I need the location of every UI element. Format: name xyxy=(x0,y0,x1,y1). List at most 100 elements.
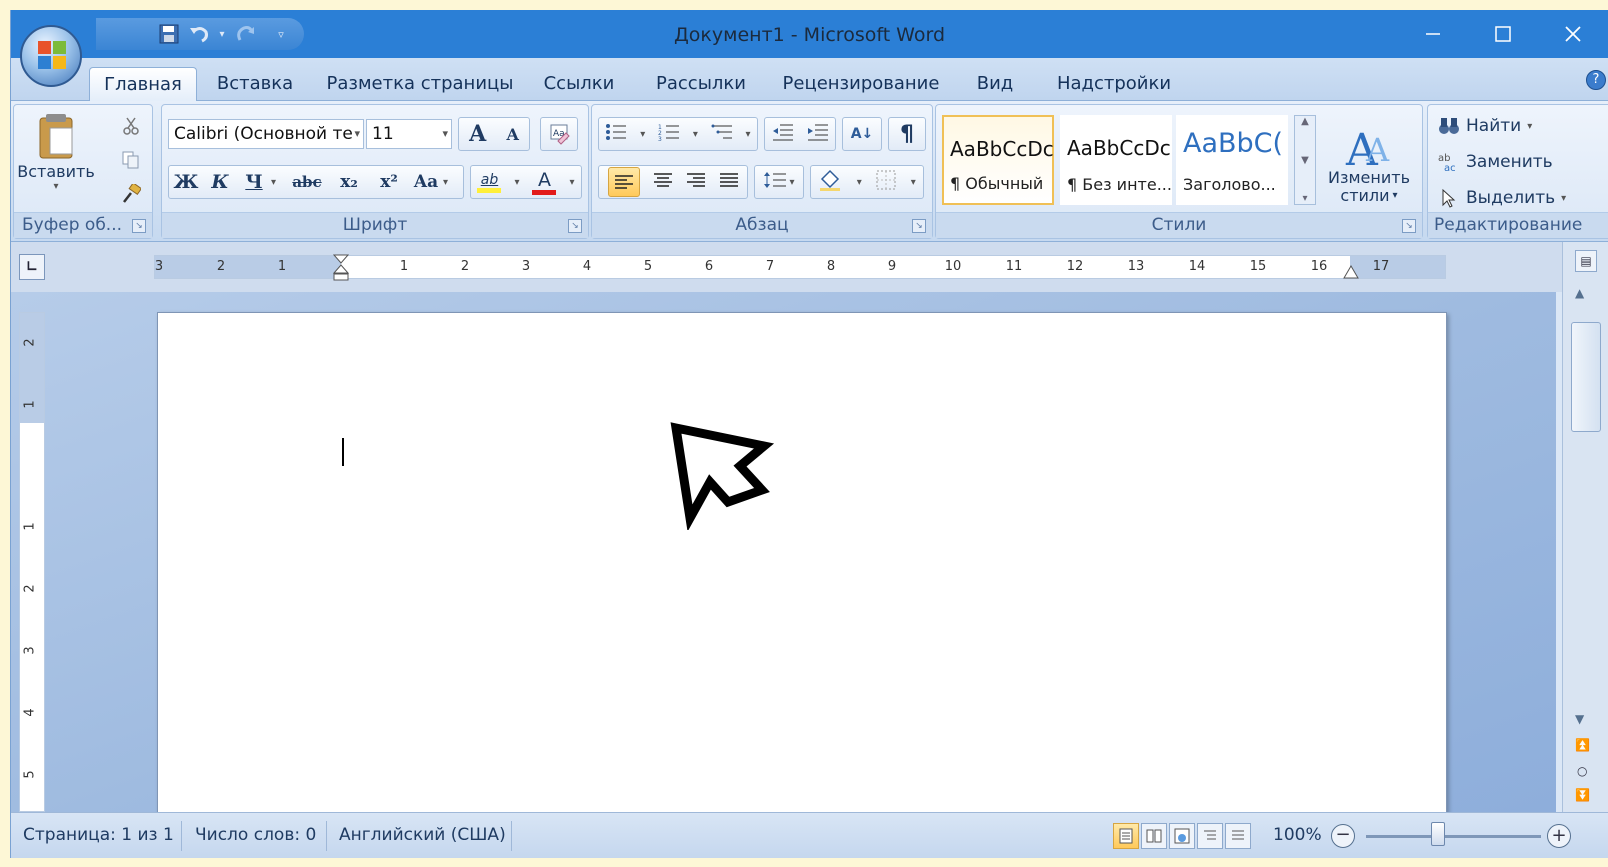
font-name-dropdown-icon[interactable]: ▾ xyxy=(352,120,360,148)
borders-dropdown-icon[interactable]: ▾ xyxy=(911,177,916,188)
cut-icon[interactable] xyxy=(118,113,144,139)
zoom-in-button[interactable]: + xyxy=(1547,824,1571,848)
browse-object-icon[interactable]: ○ xyxy=(1577,764,1587,778)
zoom-slider-thumb[interactable] xyxy=(1431,822,1445,846)
full-screen-reading-view-icon[interactable] xyxy=(1141,823,1167,849)
align-center-icon[interactable] xyxy=(653,172,673,192)
office-button[interactable] xyxy=(20,25,82,87)
line-spacing-dropdown-icon[interactable]: ▾ xyxy=(789,177,794,188)
indent-marker-icon[interactable] xyxy=(333,254,349,282)
bullets-dropdown-icon[interactable]: ▾ xyxy=(640,129,645,140)
tab-addins[interactable]: Надстройки xyxy=(1049,67,1179,101)
shrink-font-button[interactable]: A xyxy=(506,125,518,144)
scroll-down-icon[interactable]: ▼ xyxy=(1575,712,1584,726)
italic-button[interactable]: К xyxy=(203,171,237,193)
previous-page-icon[interactable]: ⏫ xyxy=(1575,738,1590,752)
shading-icon[interactable] xyxy=(818,169,842,195)
status-words[interactable]: Число слов: 0 xyxy=(195,813,316,858)
paste-button[interactable]: Вставить ▾ xyxy=(17,111,95,211)
help-icon[interactable]: ? xyxy=(1586,70,1606,90)
tab-review[interactable]: Рецензирование xyxy=(776,67,946,101)
customize-qat-icon[interactable]: ▿ xyxy=(272,21,290,47)
tab-home[interactable]: Главная xyxy=(89,67,197,101)
font-color-button[interactable]: A xyxy=(532,170,557,195)
styles-scroll-up-icon[interactable]: ▲ xyxy=(1301,116,1309,127)
status-page[interactable]: Страница: 1 из 1 xyxy=(23,813,174,858)
next-page-icon[interactable]: ⏬ xyxy=(1575,788,1590,802)
font-launcher-icon[interactable]: ↘ xyxy=(568,219,582,233)
font-size-dropdown-icon[interactable]: ▾ xyxy=(442,120,448,148)
change-styles-button[interactable]: AA Изменить стили ▾ xyxy=(1320,111,1418,215)
right-indent-marker-icon[interactable] xyxy=(1343,262,1359,280)
numbering-dropdown-icon[interactable]: ▾ xyxy=(693,129,698,140)
save-icon[interactable] xyxy=(156,21,182,47)
view-ruler-icon[interactable]: ▤ xyxy=(1575,250,1597,272)
bold-button[interactable]: Ж xyxy=(169,171,203,193)
outline-view-icon[interactable] xyxy=(1197,823,1223,849)
show-marks-button[interactable]: ¶ xyxy=(888,117,926,151)
align-right-icon[interactable] xyxy=(686,172,706,192)
draft-view-icon[interactable] xyxy=(1225,823,1251,849)
font-name-field[interactable]: Calibri (Основной те ▾ xyxy=(168,119,364,149)
borders-icon[interactable] xyxy=(876,170,896,194)
change-case-button[interactable]: Aa xyxy=(409,172,443,192)
format-painter-icon[interactable] xyxy=(118,181,144,207)
strikethrough-button[interactable]: abc xyxy=(285,173,329,191)
redo-icon[interactable] xyxy=(232,21,258,47)
document-page[interactable] xyxy=(157,312,1447,832)
change-case-dropdown-icon[interactable]: ▾ xyxy=(443,177,453,188)
vertical-scrollbar[interactable]: ▤ ▲ ▼ ⏫ ○ ⏬ xyxy=(1562,242,1608,812)
styles-launcher-icon[interactable]: ↘ xyxy=(1402,219,1416,233)
multilevel-dropdown-icon[interactable]: ▾ xyxy=(746,129,751,140)
undo-dropdown-icon[interactable]: ▾ xyxy=(216,21,228,47)
paragraph-launcher-icon[interactable]: ↘ xyxy=(912,219,926,233)
horizontal-ruler[interactable]: 3 2 1 1 2 3 4 5 6 7 8 9 10 11 12 13 14 1… xyxy=(154,254,1446,282)
close-button[interactable] xyxy=(1538,10,1608,58)
style-no-spacing[interactable]: AaBbCcDc ¶ Без инте... xyxy=(1060,115,1172,205)
subscript-button[interactable]: x₂ xyxy=(329,172,369,192)
undo-icon[interactable] xyxy=(186,21,212,47)
scroll-thumb[interactable] xyxy=(1571,322,1601,432)
font-size-field[interactable]: 11 ▾ xyxy=(366,119,452,149)
print-layout-view-icon[interactable] xyxy=(1113,823,1139,849)
highlight-dropdown-icon[interactable]: ▾ xyxy=(514,177,519,188)
clipboard-launcher-icon[interactable]: ↘ xyxy=(132,219,146,233)
styles-more-icon[interactable]: ▾ xyxy=(1302,193,1307,204)
decrease-indent-icon[interactable] xyxy=(772,123,794,145)
tab-view[interactable]: Вид xyxy=(969,67,1021,101)
highlight-button[interactable]: ab xyxy=(477,172,502,193)
tab-references[interactable]: Ссылки xyxy=(539,67,619,101)
web-layout-view-icon[interactable] xyxy=(1169,823,1195,849)
style-heading-1[interactable]: AaBbC( Заголово... xyxy=(1176,115,1288,205)
multilevel-list-icon[interactable] xyxy=(711,123,733,145)
tab-insert[interactable]: Вставка xyxy=(209,67,301,101)
zoom-out-button[interactable]: − xyxy=(1331,824,1355,848)
increase-indent-icon[interactable] xyxy=(807,123,829,145)
tab-selector-button[interactable]: ∟ xyxy=(19,254,45,280)
sort-button[interactable]: А↓ xyxy=(842,117,882,151)
zoom-level[interactable]: 100% xyxy=(1273,813,1322,858)
find-button[interactable]: Найти ▾ xyxy=(1438,111,1532,141)
tab-page-layout[interactable]: Разметка страницы xyxy=(321,67,519,101)
tab-mailings[interactable]: Рассылки xyxy=(646,67,756,101)
maximize-button[interactable] xyxy=(1468,10,1538,58)
align-left-icon[interactable] xyxy=(607,167,640,197)
vertical-ruler[interactable]: 2 1 1 2 3 4 5 6 xyxy=(19,312,45,825)
replace-button[interactable]: ab ac Заменить xyxy=(1438,147,1553,177)
styles-scroll-down-icon[interactable]: ▼ xyxy=(1301,155,1309,166)
grow-font-button[interactable]: A xyxy=(469,121,486,147)
copy-icon[interactable] xyxy=(118,147,144,173)
superscript-button[interactable]: x² xyxy=(369,172,409,192)
status-language[interactable]: Английский (США) xyxy=(339,813,506,858)
shading-dropdown-icon[interactable]: ▾ xyxy=(857,177,862,188)
justify-icon[interactable] xyxy=(719,172,739,192)
zoom-slider-track[interactable] xyxy=(1366,835,1541,838)
select-button[interactable]: Выделить ▾ xyxy=(1438,183,1566,213)
scroll-up-icon[interactable]: ▲ xyxy=(1575,286,1584,300)
numbering-icon[interactable]: 123 xyxy=(658,123,680,145)
clear-formatting-icon[interactable]: Aa xyxy=(540,117,578,151)
style-normal[interactable]: AaBbCcDc ¶ Обычный xyxy=(942,115,1054,205)
underline-dropdown-icon[interactable]: ▾ xyxy=(271,177,285,188)
font-color-dropdown-icon[interactable]: ▾ xyxy=(569,177,574,188)
line-spacing-button[interactable]: ▾ xyxy=(754,165,804,199)
